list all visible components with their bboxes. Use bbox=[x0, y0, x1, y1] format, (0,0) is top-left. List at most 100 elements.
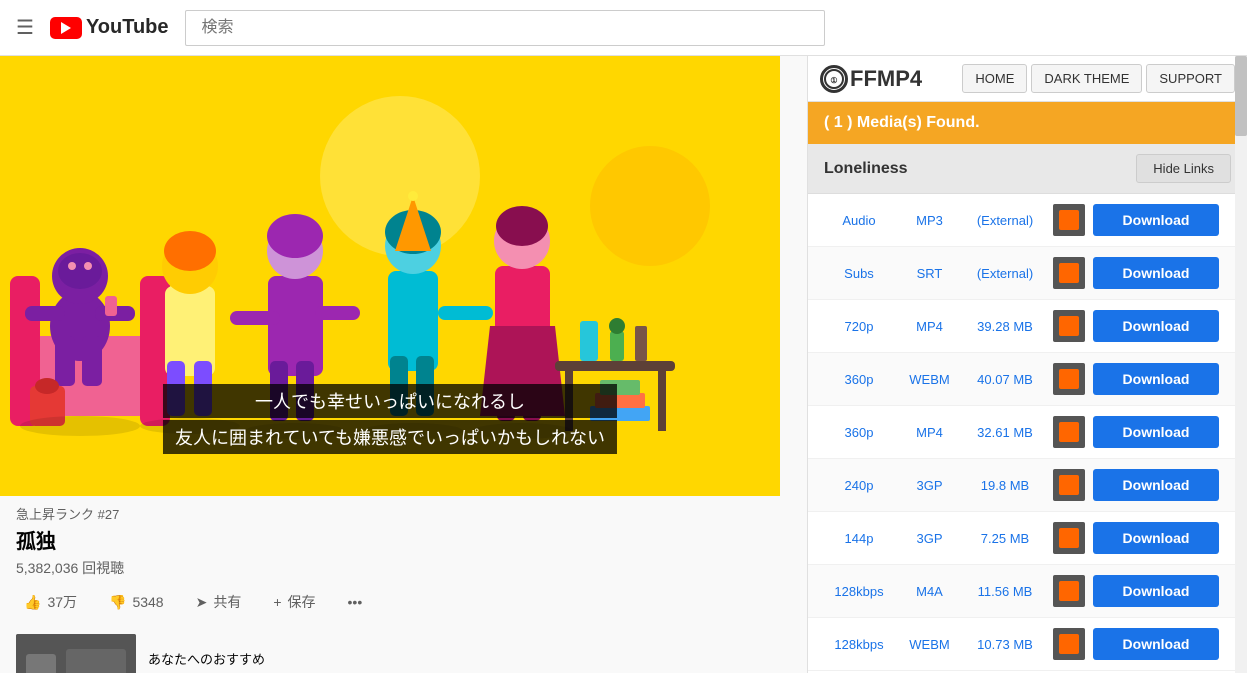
download-row: 720p MP4 39.28 MB Download bbox=[808, 300, 1235, 353]
video-info: 急上昇ランク #27 孤独 5,382,036 回視聴 👍 37万 👎 5348… bbox=[0, 496, 807, 626]
youtube-header: ☰ YouTube bbox=[0, 0, 1247, 56]
dl-icon bbox=[1057, 632, 1081, 656]
download-row: Subs SRT (External) Download bbox=[808, 247, 1235, 300]
svg-text:①: ① bbox=[830, 76, 837, 85]
trending-badge: 急上昇ランク #27 bbox=[16, 504, 791, 523]
ffmp4-support-btn[interactable]: SUPPORT bbox=[1146, 64, 1235, 93]
rec-title: あなたへのおすすめ bbox=[148, 651, 791, 669]
ffmp4-logo: ① FFMP4 bbox=[820, 65, 922, 93]
download-button[interactable]: Download bbox=[1093, 522, 1219, 554]
rec-thumbnail[interactable]: vevo 4:40 bbox=[16, 634, 136, 673]
save-button[interactable]: + 保存 bbox=[265, 586, 323, 618]
hide-links-button[interactable]: Hide Links bbox=[1136, 154, 1231, 183]
menu-icon[interactable]: ☰ bbox=[16, 15, 34, 40]
scrollbar-thumb[interactable] bbox=[1235, 56, 1247, 136]
dislike-count: 5348 bbox=[132, 594, 163, 610]
video-player[interactable]: 一人でも幸せいっぱいになれるし 友人に囲まれていても嫌悪感でいっぱいかもしれない bbox=[0, 56, 780, 496]
download-button[interactable]: Download bbox=[1093, 575, 1219, 607]
dl-format: MP3 bbox=[902, 213, 957, 228]
dl-format: SRT bbox=[902, 266, 957, 281]
dl-type: 360p bbox=[824, 425, 894, 440]
download-row: 144p 3GP 7.25 MB Download bbox=[808, 512, 1235, 565]
dl-format: M4A bbox=[902, 584, 957, 599]
main-content: 一人でも幸せいっぱいになれるし 友人に囲まれていても嫌悪感でいっぱいかもしれない… bbox=[0, 56, 1247, 673]
ffmp4-panel: ① FFMP4 HOME DARK THEME SUPPORT ( 1 ) Me… bbox=[807, 56, 1247, 673]
dl-format: 3GP bbox=[902, 531, 957, 546]
download-button[interactable]: Download bbox=[1093, 257, 1219, 289]
dl-size: 7.25 MB bbox=[965, 531, 1045, 546]
download-button[interactable]: Download bbox=[1093, 469, 1219, 501]
dl-icon-button[interactable] bbox=[1053, 257, 1085, 289]
download-row: 360p MP4 32.61 MB Download bbox=[808, 406, 1235, 459]
ffmp4-header: ① FFMP4 HOME DARK THEME SUPPORT bbox=[808, 56, 1247, 102]
thumbs-down-icon: 👎 bbox=[109, 594, 126, 611]
dl-icon bbox=[1057, 526, 1081, 550]
dl-type: Audio bbox=[824, 213, 894, 228]
dl-icon-button[interactable] bbox=[1053, 575, 1085, 607]
dl-type: 720p bbox=[824, 319, 894, 334]
dl-size: 40.07 MB bbox=[965, 372, 1045, 387]
dl-type: 360p bbox=[824, 372, 894, 387]
download-button[interactable]: Download bbox=[1093, 416, 1219, 448]
download-list[interactable]: Audio MP3 (External) Download Subs SRT (… bbox=[808, 194, 1247, 673]
video-stats: 5,382,036 回視聴 bbox=[16, 558, 791, 578]
dl-icon bbox=[1057, 579, 1081, 603]
dl-type: 144p bbox=[824, 531, 894, 546]
share-button[interactable]: ➤ 共有 bbox=[188, 586, 250, 618]
youtube-logo[interactable]: YouTube bbox=[50, 16, 169, 39]
ffmp4-dark-theme-btn[interactable]: DARK THEME bbox=[1031, 64, 1142, 93]
dl-size: 39.28 MB bbox=[965, 319, 1045, 334]
dl-icon-button[interactable] bbox=[1053, 416, 1085, 448]
ffmp4-logo-circle: ① bbox=[820, 65, 848, 93]
thumbs-up-icon: 👍 bbox=[24, 594, 41, 611]
dl-format: MP4 bbox=[902, 425, 957, 440]
dl-size: (External) bbox=[965, 213, 1045, 228]
download-button[interactable]: Download bbox=[1093, 204, 1219, 236]
like-button[interactable]: 👍 37万 bbox=[16, 586, 85, 618]
video-actions: 👍 37万 👎 5348 ➤ 共有 + 保存 ••• bbox=[16, 586, 791, 618]
ffmp4-nav: HOME DARK THEME SUPPORT bbox=[962, 64, 1235, 93]
dl-icon-button[interactable] bbox=[1053, 204, 1085, 236]
search-input[interactable] bbox=[185, 10, 825, 46]
dislike-button[interactable]: 👎 5348 bbox=[101, 588, 172, 617]
dl-type: 128kbps bbox=[824, 584, 894, 599]
video-area: 一人でも幸せいっぱいになれるし 友人に囲まれていても嫌悪感でいっぱいかもしれない… bbox=[0, 56, 807, 673]
yt-logo-text: YouTube bbox=[86, 16, 169, 39]
download-row: Audio MP3 (External) Download bbox=[808, 194, 1235, 247]
more-button[interactable]: ••• bbox=[340, 588, 371, 616]
subtitle-line-2: 友人に囲まれていても嫌悪感でいっぱいかもしれない bbox=[163, 420, 617, 454]
dl-size: 19.8 MB bbox=[965, 478, 1045, 493]
dl-format: MP4 bbox=[902, 319, 957, 334]
like-count: 37万 bbox=[47, 592, 77, 612]
dl-icon-button[interactable] bbox=[1053, 522, 1085, 554]
download-button[interactable]: Download bbox=[1093, 363, 1219, 395]
dl-icon bbox=[1057, 420, 1081, 444]
scrollbar-track[interactable] bbox=[1235, 56, 1247, 673]
download-row: 240p 3GP 19.8 MB Download bbox=[808, 459, 1235, 512]
dl-icon bbox=[1057, 314, 1081, 338]
dl-icon-button[interactable] bbox=[1053, 469, 1085, 501]
dl-icon-button[interactable] bbox=[1053, 310, 1085, 342]
dl-icon bbox=[1057, 367, 1081, 391]
ffmp4-home-btn[interactable]: HOME bbox=[962, 64, 1027, 93]
download-button[interactable]: Download bbox=[1093, 310, 1219, 342]
dl-format: WEBM bbox=[902, 372, 957, 387]
yt-logo-icon bbox=[50, 17, 82, 39]
dl-icon bbox=[1057, 261, 1081, 285]
download-button[interactable]: Download bbox=[1093, 628, 1219, 660]
media-found-banner: ( 1 ) Media(s) Found. bbox=[808, 102, 1247, 144]
dl-type: Subs bbox=[824, 266, 894, 281]
media-title: Loneliness bbox=[824, 160, 908, 178]
dl-format: 3GP bbox=[902, 478, 957, 493]
dl-icon-button[interactable] bbox=[1053, 628, 1085, 660]
video-title: 孤独 bbox=[16, 525, 791, 554]
download-row: 128kbps M4A 11.56 MB Download bbox=[808, 565, 1235, 618]
share-icon: ➤ bbox=[196, 594, 208, 611]
dl-icon bbox=[1057, 473, 1081, 497]
recommendation-row: vevo 4:40 あなたへのおすすめ MikePosnerVEVO bbox=[0, 626, 807, 673]
rec-info: あなたへのおすすめ MikePosnerVEVO bbox=[148, 651, 791, 673]
dl-type: 128kbps bbox=[824, 637, 894, 652]
download-row: 128kbps WEBM 10.73 MB Download bbox=[808, 618, 1235, 671]
ffmp4-logo-text: FFMP4 bbox=[850, 66, 922, 92]
dl-icon-button[interactable] bbox=[1053, 363, 1085, 395]
